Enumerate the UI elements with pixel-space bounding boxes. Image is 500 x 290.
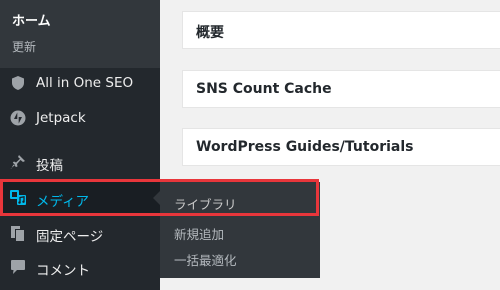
sidebar-item-all-in-one-seo[interactable]: All in One SEO — [0, 66, 160, 100]
sidebar-item-label: 固定ページ — [36, 229, 104, 245]
sidebar-item-posts[interactable]: 投稿 — [0, 145, 160, 179]
pushpin-icon — [10, 154, 26, 170]
sidebar-item-jetpack[interactable]: Jetpack — [0, 101, 160, 135]
sidebar-item-pages[interactable]: 固定ページ — [0, 216, 160, 250]
widget-title: 概要 — [196, 25, 224, 41]
dashboard-widget-wordpress-guides[interactable]: WordPress Guides/Tutorials — [182, 128, 500, 166]
dashboard-widget-overview[interactable]: 概要 — [182, 11, 500, 49]
sidebar-item-label: コメント — [36, 263, 90, 279]
widget-title: SNS Count Cache — [196, 81, 332, 97]
annotation-highlight-box — [0, 179, 319, 216]
sidebar-item-comments[interactable]: コメント — [0, 250, 160, 284]
submenu-item-add-new[interactable]: 新規追加 — [174, 224, 224, 243]
sidebar-item-label: 投稿 — [36, 158, 63, 174]
updates-link[interactable]: 更新 — [12, 38, 36, 55]
dashboard-widget-sns-count-cache[interactable]: SNS Count Cache — [182, 70, 500, 108]
pages-icon — [10, 225, 26, 241]
jetpack-icon — [10, 110, 26, 126]
submenu-item-bulk-optimize[interactable]: 一括最適化 — [174, 250, 237, 269]
home-label[interactable]: ホーム — [12, 10, 51, 29]
sidebar-item-label: Jetpack — [36, 110, 86, 126]
admin-sidebar: ホーム 更新 All in One SEO Jetpack 投稿 メディア 固定… — [0, 0, 160, 290]
comment-icon — [10, 259, 26, 275]
widget-title: WordPress Guides/Tutorials — [196, 139, 414, 155]
sidebar-item-label: All in One SEO — [36, 75, 134, 91]
shield-icon — [10, 75, 26, 91]
home-menu[interactable]: ホーム 更新 — [0, 0, 160, 68]
